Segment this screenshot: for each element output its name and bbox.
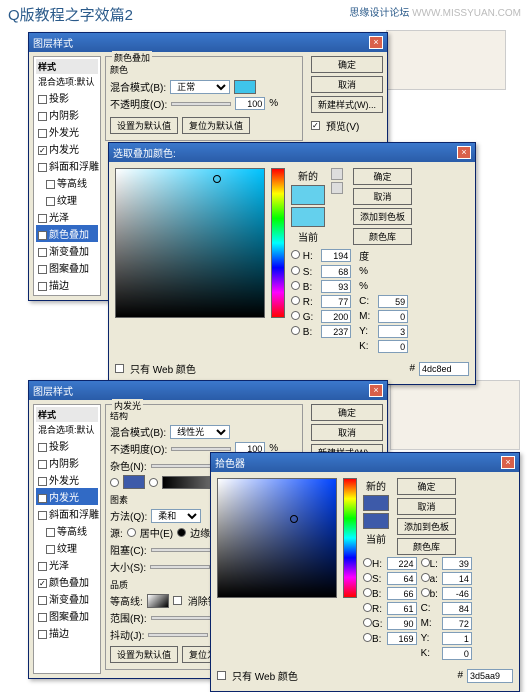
page-title: Q版教程之字效篇2 <box>8 4 133 25</box>
ok-button[interactable]: 确定 <box>353 168 412 185</box>
color-picker-2: 拾色器× 新的 当前 确定 取消 添加到色板 颜色库 H:L: <box>210 452 520 692</box>
picker-title: 选取叠加颜色: <box>113 145 176 160</box>
cancel-button[interactable]: 取消 <box>311 424 383 441</box>
websafe-icon[interactable] <box>331 182 343 194</box>
color-values: H:度 S:% B:% R:C: G:M: B:Y: K: <box>291 248 412 353</box>
style-item-selected[interactable]: 颜色叠加 <box>36 225 98 242</box>
ok-button[interactable]: 确定 <box>397 478 456 495</box>
glow-color-swatch[interactable] <box>123 475 145 489</box>
color-picker-1: 选取叠加颜色:× 新的 当前 确定 取消 添加到色板 <box>108 142 476 385</box>
opacity-input[interactable] <box>235 97 265 110</box>
hue-slider[interactable] <box>343 478 357 598</box>
style-list[interactable]: 样式 混合选项:默认 投影 内阴影 外发光 内发光 斜面和浮雕 等高线 纹理 光… <box>33 404 101 674</box>
style-item[interactable]: 斜面和浮雕 <box>36 157 98 174</box>
blend-mode-select[interactable]: 正常 <box>170 80 230 94</box>
color-cursor[interactable] <box>213 175 221 183</box>
style-item-selected[interactable]: 内发光 <box>36 488 98 505</box>
close-icon[interactable]: × <box>369 384 383 397</box>
color-values: H:L: S:a: B:b: R:C: G:M: B:Y: K: <box>363 557 472 660</box>
new-style-button[interactable]: 新建样式(W)... <box>311 96 383 113</box>
color-lib-button[interactable]: 颜色库 <box>353 228 412 245</box>
dialog-title: 图层样式 <box>33 383 73 398</box>
color-cursor[interactable] <box>290 515 298 523</box>
cancel-button[interactable]: 取消 <box>353 188 412 205</box>
current-color-swatch <box>291 207 325 227</box>
picker-title: 拾色器 <box>215 455 245 470</box>
style-item[interactable]: 光泽 <box>36 208 98 225</box>
style-list[interactable]: 样式 混合选项:默认 投影 内阴影 外发光 内发光 斜面和浮雕 等高线 纹理 光… <box>33 56 101 296</box>
hex-input[interactable] <box>419 362 469 376</box>
close-icon[interactable]: × <box>457 146 471 159</box>
set-default-button[interactable]: 设置为默认值 <box>110 646 178 663</box>
style-item[interactable]: 等高线 <box>36 174 98 191</box>
preview-checkbox[interactable] <box>311 121 320 130</box>
cancel-button[interactable]: 取消 <box>397 498 456 515</box>
ok-button[interactable]: 确定 <box>311 56 383 73</box>
style-item[interactable]: 渐变叠加 <box>36 242 98 259</box>
color-field[interactable] <box>217 478 337 598</box>
style-item[interactable]: 投影 <box>36 89 98 106</box>
close-icon[interactable]: × <box>501 456 515 469</box>
style-item[interactable]: 内发光 <box>36 140 98 157</box>
bg-panel <box>386 30 506 90</box>
color-field[interactable] <box>115 168 265 318</box>
dialog-title: 图层样式 <box>33 35 73 50</box>
new-color-swatch <box>291 185 325 205</box>
warning-icon[interactable] <box>331 168 343 180</box>
reset-default-button[interactable]: 复位为默认值 <box>182 117 250 134</box>
cancel-button[interactable]: 取消 <box>311 76 383 93</box>
web-only-checkbox[interactable] <box>115 364 124 373</box>
color-lib-button[interactable]: 颜色库 <box>397 538 456 555</box>
blend-mode-select[interactable]: 线性光 <box>170 425 230 439</box>
hue-slider[interactable] <box>271 168 285 318</box>
ok-button[interactable]: 确定 <box>311 404 383 421</box>
hex-input[interactable] <box>467 669 513 683</box>
style-item[interactable]: 图案叠加 <box>36 259 98 276</box>
web-only-checkbox[interactable] <box>217 671 226 680</box>
close-icon[interactable]: × <box>369 36 383 49</box>
style-item[interactable]: 纹理 <box>36 191 98 208</box>
color-swatch[interactable] <box>234 80 256 94</box>
watermark: 思缘设计论坛 WWW.MISSYUAN.COM <box>349 4 521 25</box>
add-swatch-button[interactable]: 添加到色板 <box>397 518 456 535</box>
add-swatch-button[interactable]: 添加到色板 <box>353 208 412 225</box>
opacity-slider[interactable] <box>171 102 231 106</box>
style-item[interactable]: 内阴影 <box>36 106 98 123</box>
set-default-button[interactable]: 设置为默认值 <box>110 117 178 134</box>
bg-panel <box>390 380 520 450</box>
contour-swatch[interactable] <box>147 594 169 608</box>
style-item[interactable]: 描边 <box>36 276 98 293</box>
style-item[interactable]: 外发光 <box>36 123 98 140</box>
